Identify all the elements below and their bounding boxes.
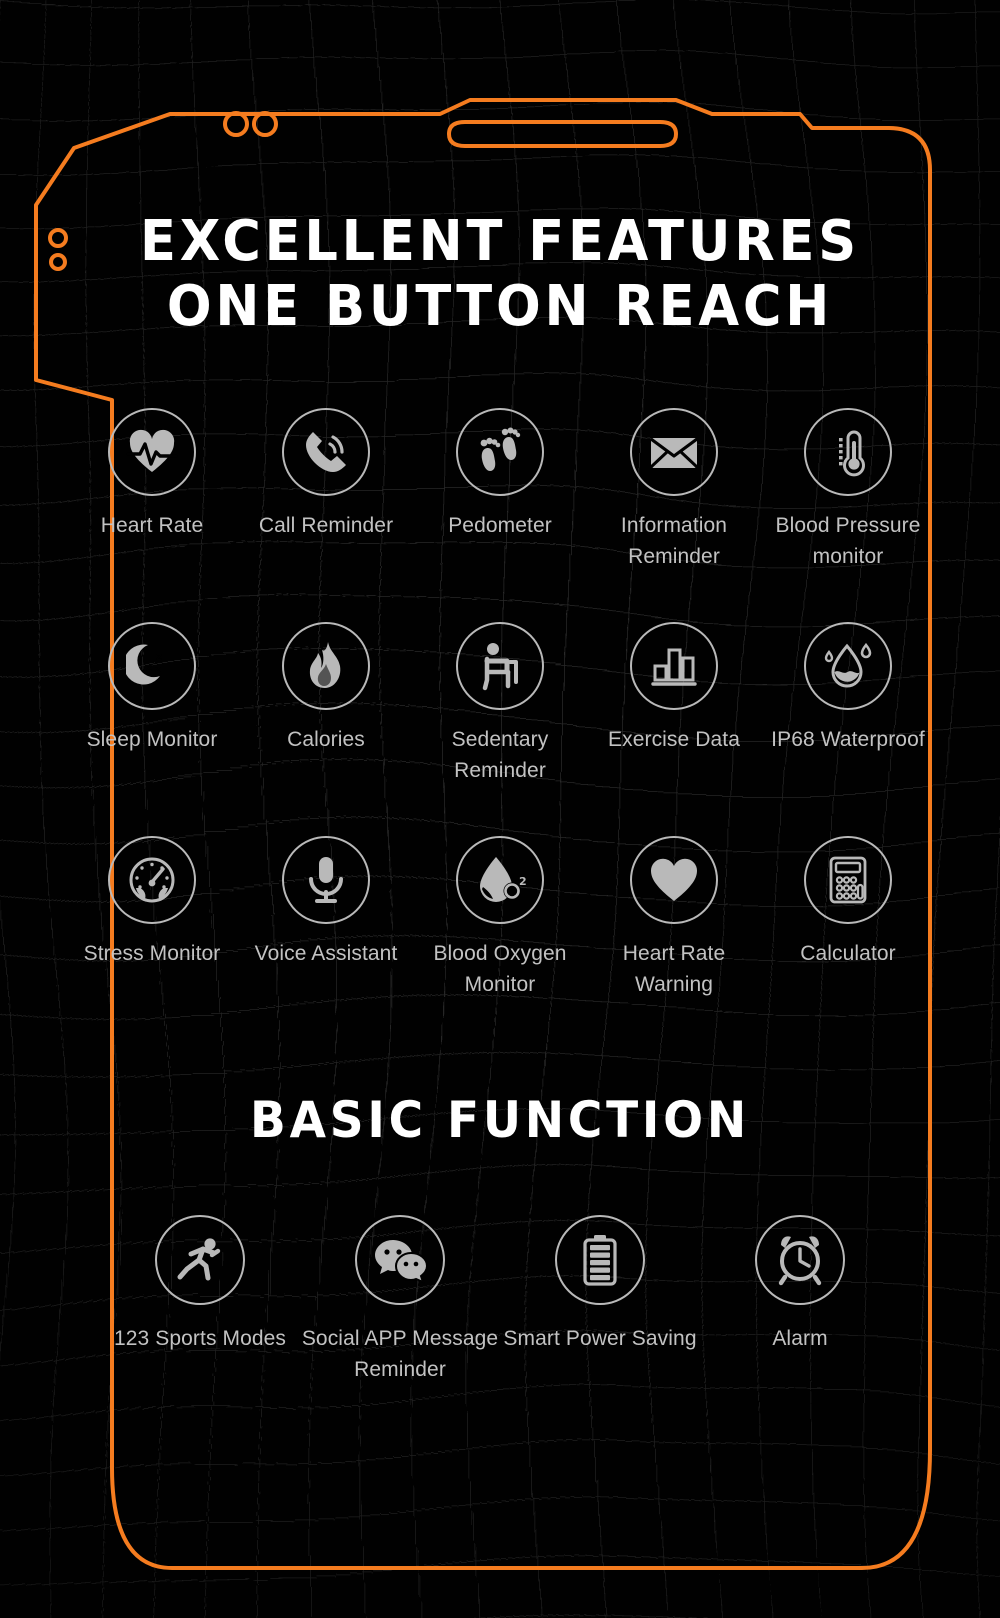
- heart-rate-warning-icon: [630, 836, 718, 924]
- feature-label: Pedometer: [448, 514, 552, 537]
- feature-label: Voice Assistant: [254, 942, 398, 965]
- blood-oxygen-icon: 2: [456, 836, 544, 924]
- basic-label: Smart Power Saving: [503, 1327, 697, 1350]
- sedentary-reminder-icon: [456, 622, 544, 710]
- basic-label: 123 Sports Modes: [113, 1327, 287, 1350]
- basic-functions-grid: 123 Sports Modes Social APP Message Remi…: [80, 1215, 920, 1385]
- feature-label: Sleep Monitor: [86, 728, 218, 751]
- feature-label: Calories: [287, 728, 365, 751]
- feature-information-reminder[interactable]: Information Reminder: [587, 408, 761, 622]
- feature-sedentary-reminder[interactable]: Sedentary Reminder: [413, 622, 587, 836]
- ip68-waterproof-icon: [804, 622, 892, 710]
- basic-label: Social APP Message Reminder: [301, 1327, 499, 1382]
- feature-heart-rate[interactable]: Heart Rate: [65, 408, 239, 622]
- feature-heart-rate-warning[interactable]: Heart Rate Warning: [587, 836, 761, 1050]
- feature-blood-pressure[interactable]: Blood Pressure monitor: [761, 408, 935, 622]
- basic-alarm[interactable]: Alarm: [700, 1215, 900, 1354]
- feature-call-reminder[interactable]: Call Reminder: [239, 408, 413, 622]
- exercise-data-icon: [630, 622, 718, 710]
- pedometer-icon: [456, 408, 544, 496]
- feature-calories[interactable]: Calories: [239, 622, 413, 836]
- svg-text:2: 2: [519, 875, 526, 888]
- stress-monitor-icon: [108, 836, 196, 924]
- feature-label: Exercise Data: [607, 728, 741, 751]
- information-reminder-icon: [630, 408, 718, 496]
- alarm-icon: [755, 1215, 845, 1305]
- feature-stress-monitor[interactable]: Stress Monitor: [65, 836, 239, 1050]
- title-line-1: EXCELLENT FEATURES: [140, 209, 860, 274]
- basic-social-app[interactable]: Social APP Message Reminder: [300, 1215, 500, 1385]
- title-line-2: ONE BUTTON REACH: [166, 274, 834, 340]
- feature-label: Blood Pressure monitor: [775, 514, 921, 569]
- svg-text:z: z: [146, 661, 152, 674]
- page-title: EXCELLENT FEATURES ONE BUTTON REACH: [0, 213, 1000, 335]
- calculator-icon: [804, 836, 892, 924]
- feature-label: Blood Oxygen Monitor: [433, 942, 567, 997]
- blood-pressure-icon: [804, 408, 892, 496]
- svg-text:z: z: [155, 664, 161, 675]
- sleep-monitor-icon: z z z: [108, 622, 196, 710]
- feature-label: Sedentary Reminder: [451, 728, 549, 783]
- feature-label: Stress Monitor: [83, 942, 221, 965]
- features-grid: Heart Rate Call Reminder Pedometer Infor…: [48, 408, 952, 1050]
- social-app-icon: [355, 1215, 445, 1305]
- feature-calculator[interactable]: Calculator: [761, 836, 935, 1050]
- calories-icon: [282, 622, 370, 710]
- feature-pedometer[interactable]: Pedometer: [413, 408, 587, 622]
- voice-assistant-icon: [282, 836, 370, 924]
- feature-label: Calculator: [800, 942, 896, 965]
- basic-smart-power[interactable]: Smart Power Saving: [500, 1215, 700, 1354]
- basic-function-title: BASIC FUNCTION: [250, 1091, 750, 1149]
- feature-ip68-waterproof[interactable]: IP68 Waterproof: [761, 622, 935, 836]
- basic-label: Alarm: [772, 1327, 828, 1350]
- basic-sports-modes[interactable]: 123 Sports Modes: [100, 1215, 300, 1354]
- feature-label: Heart Rate: [100, 514, 204, 537]
- feature-label: IP68 Waterproof: [771, 728, 925, 751]
- svg-text:z: z: [156, 650, 162, 663]
- feature-label: Heart Rate Warning: [622, 942, 726, 997]
- feature-blood-oxygen[interactable]: 2 Blood Oxygen Monitor: [413, 836, 587, 1050]
- feature-voice-assistant[interactable]: Voice Assistant: [239, 836, 413, 1050]
- infographic-page: { "theme": { "background": "#010101", "f…: [0, 0, 1000, 1618]
- smart-power-icon: [555, 1215, 645, 1305]
- heart-rate-icon: [108, 408, 196, 496]
- feature-label: Information Reminder: [620, 514, 728, 569]
- sports-modes-icon: [155, 1215, 245, 1305]
- call-reminder-icon: [282, 408, 370, 496]
- feature-exercise-data[interactable]: Exercise Data: [587, 622, 761, 836]
- feature-sleep-monitor[interactable]: z z z Sleep Monitor: [65, 622, 239, 836]
- feature-label: Call Reminder: [258, 514, 394, 537]
